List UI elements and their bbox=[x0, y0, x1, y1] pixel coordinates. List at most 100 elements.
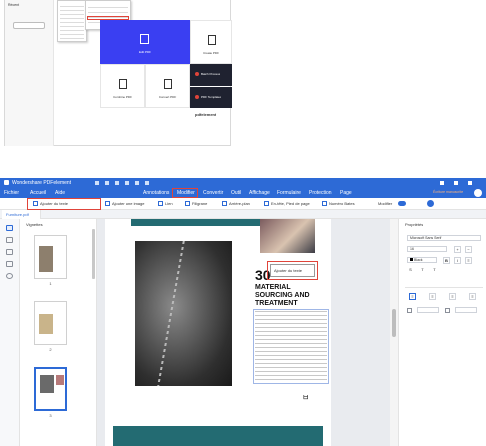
menu-formulaire[interactable]: Formulaire bbox=[277, 190, 301, 196]
align-right-button[interactable]: ≡ bbox=[449, 293, 456, 300]
leather-photo bbox=[135, 241, 232, 386]
menu-convertir[interactable]: Convertir bbox=[203, 190, 223, 196]
page-prev-arrow-icon[interactable] bbox=[97, 319, 101, 327]
paragraph-spacing-input[interactable] bbox=[455, 307, 477, 313]
subscript-button[interactable]: T bbox=[431, 267, 438, 274]
search-icon[interactable] bbox=[6, 273, 13, 279]
edit-pdf-icon bbox=[140, 34, 149, 44]
panel-divider bbox=[405, 287, 483, 288]
quick-access-icons[interactable] bbox=[95, 181, 155, 185]
align-justify-button[interactable]: ≡ bbox=[469, 293, 476, 300]
header-footer-button[interactable]: En-tête, Pied de page bbox=[264, 201, 310, 207]
italic-button[interactable]: I bbox=[454, 257, 461, 264]
thumbnail-leather-image bbox=[40, 375, 54, 393]
background-icon bbox=[222, 201, 227, 207]
menu-page[interactable]: Page bbox=[340, 190, 352, 196]
font-color-label: Black bbox=[414, 258, 423, 262]
menu-affichage[interactable]: Affichage bbox=[249, 190, 270, 196]
pdf-templates-tile[interactable]: PDF Templates bbox=[190, 87, 232, 108]
font-family-select[interactable]: Microsoft Sans Serif bbox=[407, 235, 481, 241]
avatar[interactable] bbox=[474, 189, 482, 197]
scrollbar-thumb[interactable] bbox=[392, 309, 396, 337]
menu-aide[interactable]: Aide bbox=[55, 190, 65, 196]
add-image-button[interactable]: Ajouter une image bbox=[105, 201, 144, 207]
left-sidebar bbox=[0, 219, 20, 446]
convert-pdf-tile[interactable]: Convert PDF bbox=[145, 64, 190, 108]
menu-fichier[interactable]: Fichier bbox=[4, 190, 19, 196]
bates-number-button[interactable]: Numéro Bates bbox=[322, 201, 355, 207]
convert-pdf-label: Convert PDF bbox=[158, 95, 177, 99]
recent-files-title: Récent bbox=[8, 3, 20, 7]
bates-number-icon bbox=[322, 201, 327, 207]
modifier-menu-highlight bbox=[172, 188, 198, 198]
text-box-border[interactable] bbox=[253, 309, 329, 384]
document-tab[interactable]: Furniture.pdf bbox=[2, 210, 41, 219]
create-pdf-tile[interactable]: Create PDF bbox=[190, 20, 232, 64]
watermark-button[interactable]: Filigrane bbox=[185, 201, 208, 207]
thumbnail-photo-image bbox=[56, 375, 64, 385]
thumbnail-scrollbar[interactable] bbox=[92, 229, 95, 279]
thumbnail-number-2: 2 bbox=[49, 347, 52, 352]
document-tab-label: Furniture.pdf bbox=[6, 212, 29, 217]
edit-pdf-tile[interactable]: Edit PDF bbox=[100, 20, 190, 64]
modify-mode-button[interactable]: Modifier bbox=[378, 201, 392, 206]
properties-title: Propriétés bbox=[405, 222, 424, 227]
thumbnails-icon[interactable] bbox=[6, 225, 13, 231]
superscript-button[interactable]: T bbox=[419, 267, 426, 274]
thumbnail-number-1: 1 bbox=[49, 281, 52, 286]
settings-icon[interactable] bbox=[427, 200, 434, 207]
leather-stitching bbox=[157, 241, 185, 386]
properties-panel: Propriétés Microsoft Sans Serif 16 + − B… bbox=[398, 219, 486, 446]
open-file-button[interactable] bbox=[13, 22, 45, 29]
batch-process-label: Batch Process bbox=[201, 72, 221, 76]
app-logo-icon bbox=[4, 180, 9, 185]
increase-size-button[interactable]: + bbox=[454, 246, 461, 253]
bookmark-icon[interactable] bbox=[6, 237, 13, 243]
menu-outil[interactable]: Outil bbox=[231, 190, 241, 196]
align-left-button[interactable]: ≡ bbox=[409, 293, 416, 300]
font-size-select[interactable]: 16 bbox=[407, 246, 447, 252]
section-heading: MATERIAL SOURCING AND TREATMENT bbox=[255, 284, 310, 307]
thumbnail-room-image bbox=[39, 314, 53, 334]
align-center-button[interactable]: ≡ bbox=[429, 293, 436, 300]
create-pdf-icon bbox=[208, 35, 216, 45]
strikethrough-button[interactable]: S bbox=[407, 267, 414, 274]
header-footer-icon bbox=[264, 201, 269, 207]
menu-annotations[interactable]: Annotations bbox=[143, 190, 169, 196]
menu-protection[interactable]: Protection bbox=[309, 190, 332, 196]
line-spacing-icon bbox=[407, 308, 412, 313]
comment-icon[interactable] bbox=[6, 249, 13, 255]
menu-accueil[interactable]: Accueil bbox=[30, 190, 46, 196]
document-scrollbar[interactable] bbox=[390, 219, 398, 446]
page-thumbnail-3[interactable] bbox=[34, 367, 67, 411]
link-label: Lien bbox=[165, 201, 173, 206]
pdf-templates-icon bbox=[195, 95, 199, 99]
handwriting-link[interactable]: Écriture manuscrite bbox=[433, 190, 463, 194]
decrease-size-button[interactable]: − bbox=[465, 246, 472, 253]
thumbnail-panel: Vignettes 1 2 3 bbox=[20, 219, 97, 446]
page-thumbnail-2[interactable] bbox=[34, 301, 67, 345]
combine-pdf-tile[interactable]: Combine PDF bbox=[100, 64, 145, 108]
watermark-label: Filigrane bbox=[192, 201, 208, 206]
page-thumbnail-1[interactable] bbox=[34, 235, 67, 279]
pdfelement-window: Wondershare PDFelement Fichier Accueil A… bbox=[0, 178, 486, 446]
underline-button[interactable]: ≡ bbox=[465, 257, 472, 264]
modify-mode-label: Modifier bbox=[378, 201, 393, 206]
title-bar: Wondershare PDFelement bbox=[0, 178, 486, 188]
document-tab-bar: Furniture.pdf bbox=[0, 210, 486, 219]
font-color-select[interactable]: Black bbox=[407, 257, 437, 263]
bold-button[interactable]: B bbox=[443, 257, 450, 264]
batch-process-tile[interactable]: Batch Process bbox=[190, 64, 232, 86]
link-button[interactable]: Lien bbox=[158, 201, 173, 207]
color-swatch-icon bbox=[410, 258, 413, 261]
background-button[interactable]: Arrière-plan bbox=[222, 201, 250, 207]
thumbnail-number-3: 3 bbox=[49, 413, 52, 418]
edit-mode-toggle[interactable] bbox=[398, 201, 406, 206]
attachment-icon[interactable] bbox=[6, 261, 13, 267]
text-cursor-icon: ㅂ bbox=[302, 393, 310, 402]
line-spacing-input[interactable] bbox=[417, 307, 439, 313]
edit-pdf-label: Edit PDF bbox=[138, 50, 151, 54]
tooltip-highlight bbox=[267, 261, 318, 280]
window-controls[interactable] bbox=[440, 181, 480, 185]
file-menu-items[interactable] bbox=[60, 3, 84, 39]
